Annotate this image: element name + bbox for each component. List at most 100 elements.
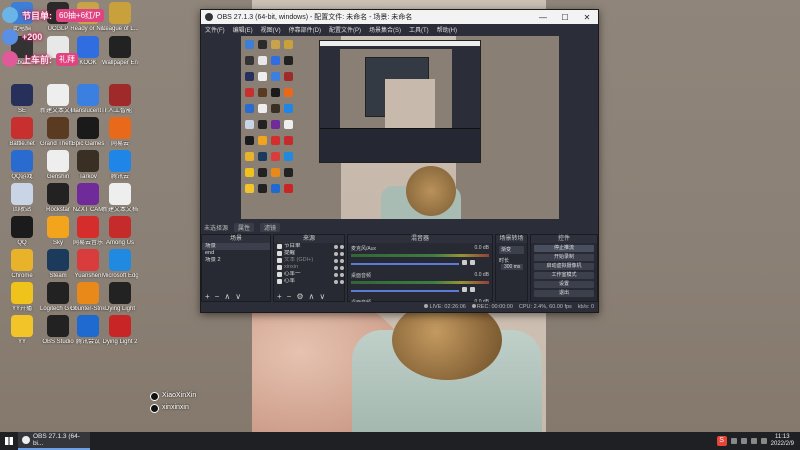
menu-view[interactable]: 视图(V) [261,25,281,34]
desktop-shortcut[interactable]: Dying Light 2 [102,315,138,357]
source-item[interactable]: 文本 (GDI+) [274,257,344,264]
remove-scene-button[interactable]: − [215,292,220,301]
remove-source-button[interactable]: − [287,292,292,301]
preview-icon [284,72,293,81]
visibility-icon[interactable] [334,272,338,277]
visibility-icon[interactable] [334,279,338,284]
preview-icon [284,120,293,129]
menu-scene-collection[interactable]: 场景集合(S) [369,25,401,34]
app-icon [11,216,33,238]
lock-icon[interactable] [340,251,344,256]
transition-select[interactable]: 渐变 [499,246,524,254]
source-item[interactable]: xinxin [274,264,344,271]
preview-icon [245,120,254,129]
stop-streaming-button[interactable]: 停止推流 [534,245,594,252]
stream-overlay-banner: 节目单: 60抽+6红/P +200 上车前: 礼拜 [2,4,162,74]
virtual-camera-button[interactable]: 启动虚拟摄像机 [534,263,594,270]
add-scene-button[interactable]: + [205,292,210,301]
speaker-icon[interactable] [461,286,467,292]
app-icon [47,282,69,304]
lock-icon[interactable] [340,279,344,284]
scene-item[interactable]: 场景 [202,243,270,250]
lock-icon[interactable] [340,265,344,270]
move-down-icon[interactable]: ∨ [319,292,325,301]
preview-icon [258,152,267,161]
source-item[interactable]: 节目单 [274,243,344,250]
menu-edit[interactable]: 编辑(E) [233,25,253,34]
desktop-shortcut[interactable]: 腾讯会议 [70,315,106,357]
lock-icon[interactable] [340,258,344,263]
menu-file[interactable]: 文件(F) [205,25,225,34]
preview-icon [271,120,280,129]
preview-icon [245,184,254,193]
source-item[interactable]: 提醒 [274,250,344,257]
tray-app-icon[interactable] [730,438,737,444]
menu-profile[interactable]: 配置文件(P) [329,25,361,34]
duration-input[interactable]: 300 ms [501,264,524,270]
desktop-shortcut[interactable]: YY [4,315,40,357]
gear-icon[interactable] [469,286,475,292]
source-item[interactable]: 心率 [274,278,344,285]
move-up-icon[interactable]: ∧ [224,292,230,301]
lock-icon[interactable] [340,244,344,249]
shortcut-label: SE [17,108,26,114]
preview-icon [271,56,280,65]
taskbar-app-label: OBS 27.1.3 (64-bi... [32,433,80,447]
move-down-icon[interactable]: ∨ [235,292,241,301]
obs-preview-canvas[interactable] [241,36,559,219]
minimize-button[interactable]: — [532,13,554,22]
settings-button[interactable]: 设置 [534,281,594,288]
banner-line1-highlight: 60抽+6红/P [56,8,104,22]
visibility-icon[interactable] [334,265,338,270]
source-item[interactable]: 心率一 [274,271,344,278]
taskbar-clock[interactable]: 11:13 2022/2/9 [771,434,794,448]
visibility-icon[interactable] [334,251,338,256]
scene-item[interactable]: 场景 2 [202,257,270,264]
app-icon [109,315,131,337]
close-button[interactable]: ✕ [576,13,598,22]
visibility-icon[interactable] [334,244,338,249]
add-source-button[interactable]: + [277,292,282,301]
network-icon[interactable] [750,438,757,444]
properties-button[interactable]: 属性 [234,222,255,232]
volume-slider[interactable] [351,263,459,265]
app-icon [11,117,33,139]
preview-icon [271,184,280,193]
menu-help[interactable]: 帮助(H) [437,25,457,34]
shortcut-label: 人工智能 [107,108,132,114]
shortcut-label: NZXT CAM [72,207,104,213]
volume-icon[interactable] [760,438,767,444]
lock-icon[interactable] [340,272,344,277]
start-recording-button[interactable]: 开始录制 [534,254,594,261]
taskbar-obs-app[interactable]: OBS 27.1.3 (64-bi... [18,432,90,450]
move-up-icon[interactable]: ∧ [309,292,315,301]
preview-icon [258,72,267,81]
speaker-icon[interactable] [461,259,467,265]
studio-mode-button[interactable]: 工作室模式 [534,272,594,279]
gear-icon[interactable] [469,259,475,265]
menu-tools[interactable]: 工具(T) [409,25,429,34]
ime-icon[interactable]: S [716,436,727,446]
scene-item[interactable]: end [202,250,270,257]
shortcut-label: TranslucentTB [70,108,106,114]
obs-titlebar[interactable]: OBS 27.1.3 (64-bit, windows) - 配置文件: 未命名… [201,10,598,24]
maximize-button[interactable]: ☐ [554,13,576,22]
streamer-watermark: XiaoXinXin xinxinxin [150,390,196,414]
filters-button[interactable]: 滤镜 [260,222,281,232]
preview-icon [245,56,254,65]
visibility-icon[interactable] [334,258,338,263]
tray-app-icon[interactable] [740,438,747,444]
channel-db: 0.0 dB [474,245,489,251]
volume-slider[interactable] [351,290,459,292]
exit-button[interactable]: 退出 [534,290,594,297]
gear-icon[interactable]: ⚙ [296,292,303,301]
obs-window[interactable]: OBS 27.1.3 (64-bit, windows) - 配置文件: 未命名… [200,9,599,313]
preview-icon [284,104,293,113]
app-icon [109,150,131,172]
browser-source-icon [277,279,282,284]
menu-docks[interactable]: 停靠部件(D) [289,25,321,34]
text-source-icon [277,251,282,256]
weibo-icon [150,403,159,413]
rec-indicator-icon [471,304,476,308]
start-button[interactable] [0,432,18,450]
